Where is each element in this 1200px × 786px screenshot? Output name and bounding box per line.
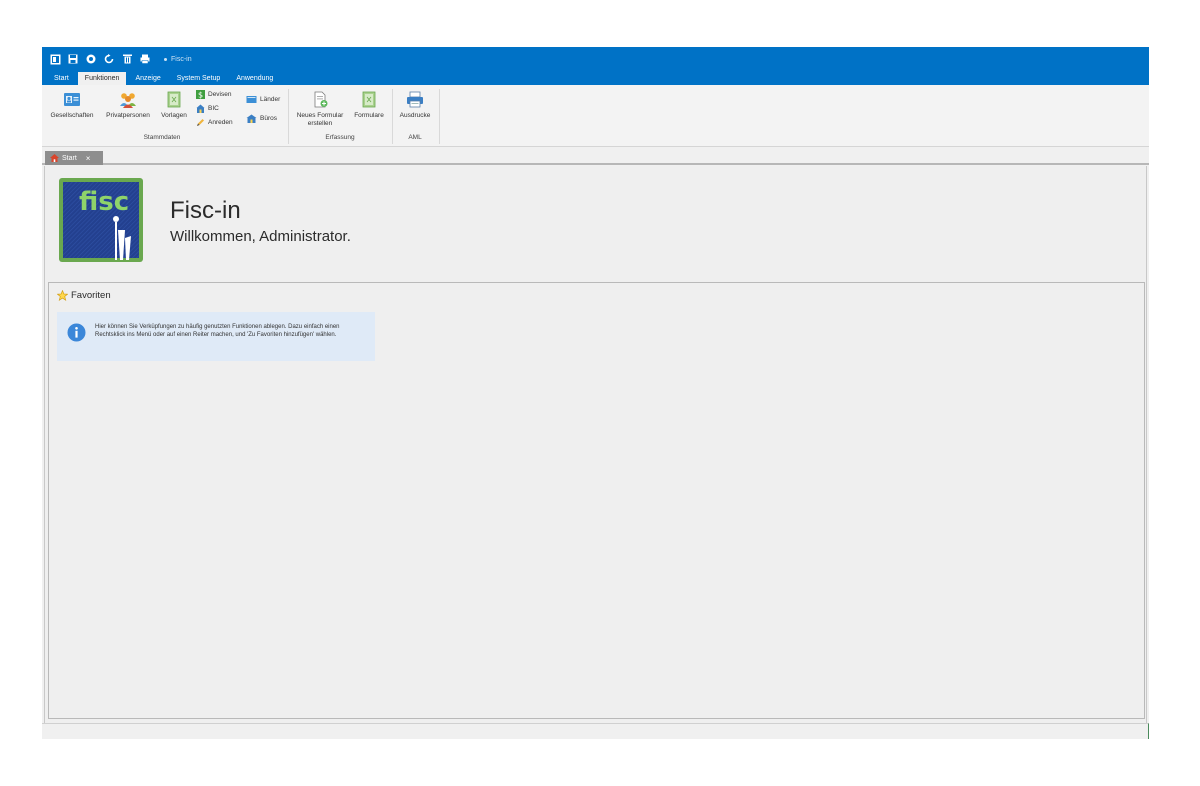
- tab-system-setup[interactable]: System Setup: [170, 72, 228, 85]
- favorites-info-text: Hier können Sie Verküpfungen zu häufig g…: [95, 324, 340, 338]
- laender-button[interactable]: Länder: [246, 95, 280, 104]
- formulare-label: Formulare: [354, 112, 384, 119]
- group-label-aml: AML: [408, 134, 422, 141]
- print-icon[interactable]: [140, 54, 151, 65]
- group-separator: [392, 89, 393, 144]
- ausdrucke-label: Ausdrucke: [399, 112, 431, 119]
- window-title: Fisc-in: [171, 55, 192, 63]
- currency-dollar-icon: $: [196, 90, 205, 99]
- tab-anwendung[interactable]: Anwendung: [229, 72, 280, 85]
- tab-start[interactable]: Start: [47, 72, 76, 85]
- status-bar: [42, 723, 1149, 739]
- neues-formular-button[interactable]: Neues Formular erstellen: [293, 91, 347, 128]
- people-icon: [120, 93, 136, 108]
- office-building-icon: [246, 114, 257, 123]
- tab-funktionen[interactable]: Funktionen: [77, 72, 127, 85]
- star-icon: [57, 290, 68, 301]
- favorites-panel: Favoriten Hier können Sie Verküpfungen z…: [48, 282, 1145, 719]
- svg-text:fisc: fisc: [79, 187, 129, 217]
- group-separator: [439, 89, 440, 144]
- doc-tab-label: Start: [62, 154, 77, 162]
- forms-book-icon: [362, 91, 376, 108]
- laender-label: Länder: [260, 96, 281, 103]
- privatpersonen-label: Privatpersonen: [106, 112, 150, 119]
- app-window: Fisc-in Start Funktionen Anzeige System …: [42, 47, 1149, 739]
- bic-label: BIC: [208, 105, 219, 112]
- neues-formular-label-2: erstellen: [307, 120, 333, 127]
- bueros-button[interactable]: Büros: [246, 114, 277, 123]
- formulare-button[interactable]: Formulare: [350, 91, 388, 119]
- group-label-stammdaten: Stammdaten: [143, 134, 181, 141]
- company-card-icon: [64, 93, 80, 106]
- anreden-label: Anreden: [208, 119, 233, 126]
- delete-icon[interactable]: [122, 54, 133, 65]
- document-tab-strip: Start ×: [42, 148, 1149, 165]
- pencil-icon: [197, 119, 204, 126]
- globe-icon[interactable]: [86, 54, 97, 65]
- title-bar: Fisc-in: [42, 47, 1149, 71]
- doc-tab-start[interactable]: Start ×: [45, 151, 103, 165]
- privatpersonen-button[interactable]: Privatpersonen: [101, 91, 155, 119]
- bueros-label: Büros: [260, 115, 277, 122]
- svg-text:$: $: [198, 91, 203, 100]
- vorlagen-button[interactable]: Vorlagen: [158, 91, 190, 119]
- page-title: Fisc-in: [170, 197, 241, 224]
- anreden-button[interactable]: Anreden: [196, 118, 233, 127]
- gesellschaften-label: Gesellschaften: [50, 112, 94, 119]
- group-label-erfassung: Erfassung: [325, 134, 355, 141]
- devisen-button[interactable]: $ Devisen: [196, 90, 231, 99]
- favorites-info-box: Hier können Sie Verküpfungen zu häufig g…: [57, 312, 375, 361]
- group-separator: [288, 89, 289, 144]
- info-icon: [67, 323, 86, 342]
- favorites-header: Favoriten: [57, 290, 111, 301]
- home-icon: [50, 154, 59, 162]
- title-separator-dot: [164, 57, 167, 61]
- template-book-icon: [167, 91, 181, 108]
- tab-anzeige[interactable]: Anzeige: [128, 72, 167, 85]
- save-icon[interactable]: [68, 54, 79, 65]
- neues-formular-label-1: Neues Formular: [296, 112, 344, 119]
- vorlagen-label: Vorlagen: [161, 112, 187, 119]
- ribbon-tabs: Start Funktionen Anzeige System Setup An…: [42, 71, 1149, 85]
- ribbon: Gesellschaften Privatpersonen Vorlagen $…: [42, 85, 1149, 147]
- favorites-title: Favoriten: [71, 290, 111, 301]
- new-document-icon: [314, 91, 328, 108]
- fisc-in-logo: fisc: [59, 178, 143, 262]
- refresh-icon[interactable]: [104, 54, 115, 65]
- bank-building-icon: [196, 104, 205, 113]
- close-icon[interactable]: ×: [86, 154, 91, 163]
- start-page: fisc Fisc-in Willkommen, Administrator. …: [44, 166, 1147, 723]
- bic-button[interactable]: BIC: [196, 104, 219, 113]
- gesellschaften-button[interactable]: Gesellschaften: [48, 91, 96, 119]
- printer-icon: [407, 91, 423, 108]
- app-icon[interactable]: [50, 54, 61, 65]
- devisen-label: Devisen: [208, 91, 232, 98]
- country-flag-icon: [246, 96, 257, 103]
- welcome-message: Willkommen, Administrator.: [170, 228, 351, 245]
- ausdrucke-button[interactable]: Ausdrucke: [396, 91, 434, 119]
